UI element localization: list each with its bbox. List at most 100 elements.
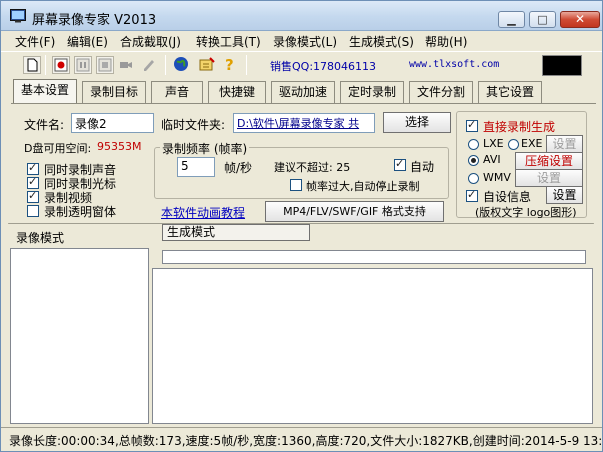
maximize-icon: □ [537, 13, 548, 26]
direct-record-checkbox[interactable] [466, 118, 478, 132]
pause-icon [76, 58, 90, 72]
generate-mode-toolbar [152, 247, 593, 268]
tab-divider [11, 103, 596, 104]
format-exe-radio[interactable] [508, 139, 519, 150]
menu-file[interactable]: 文件(F) [15, 33, 55, 50]
register-icon [199, 57, 215, 71]
status-bar: 录像长度:00:00:34,总帧数:173,速度:5帧/秒,宽度:1360,高度… [1, 427, 602, 451]
tab-file-split[interactable]: 文件分割 [409, 81, 473, 103]
sales-qq-text: 销售QQ:178046113 [270, 60, 377, 73]
web-button[interactable] [173, 56, 191, 74]
pause-button[interactable] [74, 56, 92, 74]
svg-text:?: ? [225, 56, 234, 72]
camera-icon [144, 60, 154, 71]
toolbar-separator [45, 55, 46, 75]
custom-info-settings-button[interactable]: 设置 [546, 186, 583, 204]
filename-label: 文件名: [24, 118, 65, 132]
record-icon [54, 58, 68, 72]
tab-record-target[interactable]: 录制目标 [82, 81, 146, 103]
temp-folder-input[interactable]: D:\软件\屏幕录像专家 共 [233, 113, 375, 133]
record-mode-list[interactable] [10, 248, 149, 424]
menu-generate-mode[interactable]: 生成模式(S) [349, 33, 414, 50]
custom-info-checkbox[interactable] [466, 188, 478, 202]
auto-stop-label: 帧率过大,自动停止录制 [306, 180, 420, 193]
new-file-icon [27, 58, 38, 72]
tab-driver-acceleration[interactable]: 驱动加速 [271, 81, 335, 103]
close-button[interactable]: ✕ [560, 11, 600, 28]
record-cursor-checkbox[interactable] [27, 175, 39, 189]
window-title: 屏幕录像专家 V2013 [32, 13, 157, 28]
record-mode-header: 录像模式 [16, 231, 65, 245]
globe-icon [174, 57, 188, 71]
menu-record-mode[interactable]: 录像模式(L) [273, 33, 337, 50]
format-lxe-label: LXE [483, 137, 504, 150]
play-icon [120, 62, 132, 68]
app-window: 屏幕录像专家 V2013 ▁ □ ✕ 文件(F) 编辑(E) 合成截取(J) 转… [0, 0, 603, 452]
wmv-settings-button[interactable]: 设置 [515, 169, 583, 187]
tab-scheduled-record[interactable]: 定时录制 [340, 81, 404, 103]
frame-rate-group-title: 录制频率 (帧率) [160, 140, 250, 157]
format-wmv-label: WMV [483, 171, 511, 184]
generate-mode-progress [162, 250, 586, 264]
select-folder-button[interactable]: 选择 [383, 112, 451, 133]
minimize-icon: ▁ [507, 13, 516, 26]
record-sound-checkbox[interactable] [27, 161, 39, 175]
direct-record-label: 直接录制生成 [483, 120, 556, 134]
disk-space-label: D盘可用空间: [24, 142, 92, 155]
custom-info-note: (版权文字 logo图形) [475, 206, 577, 219]
auto-fps-label: 自动 [410, 160, 435, 174]
fps-suggest-label: 建议不超过: 25 [274, 161, 351, 174]
maximize-button[interactable]: □ [529, 11, 556, 28]
generate-mode-area[interactable] [152, 268, 593, 424]
menu-help[interactable]: 帮助(H) [425, 33, 467, 50]
camera-button[interactable] [141, 56, 159, 74]
auto-fps-checkbox[interactable] [394, 157, 406, 171]
app-icon [10, 9, 26, 23]
compress-settings-button[interactable]: 压缩设置 [515, 152, 583, 170]
record-transparent-label: 录制透明窗体 [44, 205, 117, 219]
toolbar: ? 销售QQ:178046113 www.tlxsoft.com [1, 51, 602, 79]
menu-convert[interactable]: 转换工具(T) [196, 33, 261, 50]
play-button[interactable] [118, 56, 136, 74]
preview-box [542, 55, 582, 76]
fps-input[interactable]: 5 [177, 157, 215, 177]
tutorial-link[interactable]: 本软件动画教程 [161, 204, 245, 221]
new-button[interactable] [23, 56, 41, 74]
format-lxe-radio[interactable] [468, 139, 479, 150]
close-icon: ✕ [574, 12, 586, 26]
format-wmv-radio[interactable] [468, 173, 479, 184]
stop-icon [98, 58, 112, 72]
tab-other-settings[interactable]: 其它设置 [478, 81, 542, 103]
menu-edit[interactable]: 编辑(E) [67, 33, 108, 50]
register-button[interactable] [198, 56, 216, 74]
record-video-checkbox[interactable] [27, 189, 39, 203]
custom-info-label: 自设信息 [483, 190, 532, 204]
format-avi-radio[interactable] [468, 155, 479, 166]
format-avi-label: AVI [483, 153, 501, 166]
disk-space-value: 95353M [97, 140, 142, 153]
fps-unit-label: 帧/秒 [224, 161, 253, 175]
tab-hotkeys[interactable]: 快捷键 [208, 81, 266, 103]
record-button[interactable] [52, 56, 70, 74]
temp-folder-label: 临时文件夹: [161, 118, 226, 132]
format-exe-label: EXE [521, 137, 543, 150]
tab-sound[interactable]: 声音 [151, 81, 203, 103]
stop-button[interactable] [96, 56, 114, 74]
menu-bar: 文件(F) 编辑(E) 合成截取(J) 转换工具(T) 录像模式(L) 生成模式… [1, 31, 602, 51]
tab-bar: 基本设置 录制目标 声音 快捷键 驱动加速 定时录制 文件分割 其它设置 [1, 79, 602, 104]
toolbar-separator [165, 55, 166, 75]
title-bar: 屏幕录像专家 V2013 ▁ □ ✕ [1, 1, 602, 31]
filename-input[interactable]: 录像2 [71, 113, 154, 133]
auto-stop-checkbox[interactable] [290, 179, 302, 191]
toolbar-separator [246, 55, 247, 75]
menu-compose[interactable]: 合成截取(J) [120, 33, 181, 50]
minimize-button[interactable]: ▁ [498, 11, 525, 28]
help-button[interactable]: ? [221, 56, 239, 74]
help-icon: ? [225, 56, 234, 74]
exe-settings-button[interactable]: 设置 [546, 135, 583, 153]
record-transparent-checkbox[interactable] [27, 205, 39, 217]
tab-basic-settings[interactable]: 基本设置 [13, 79, 77, 104]
generate-mode-tab[interactable]: 生成模式 [162, 224, 310, 241]
website-link[interactable]: www.tlxsoft.com [409, 59, 499, 70]
format-support-button[interactable]: MP4/FLV/SWF/GIF 格式支持 [265, 201, 444, 222]
